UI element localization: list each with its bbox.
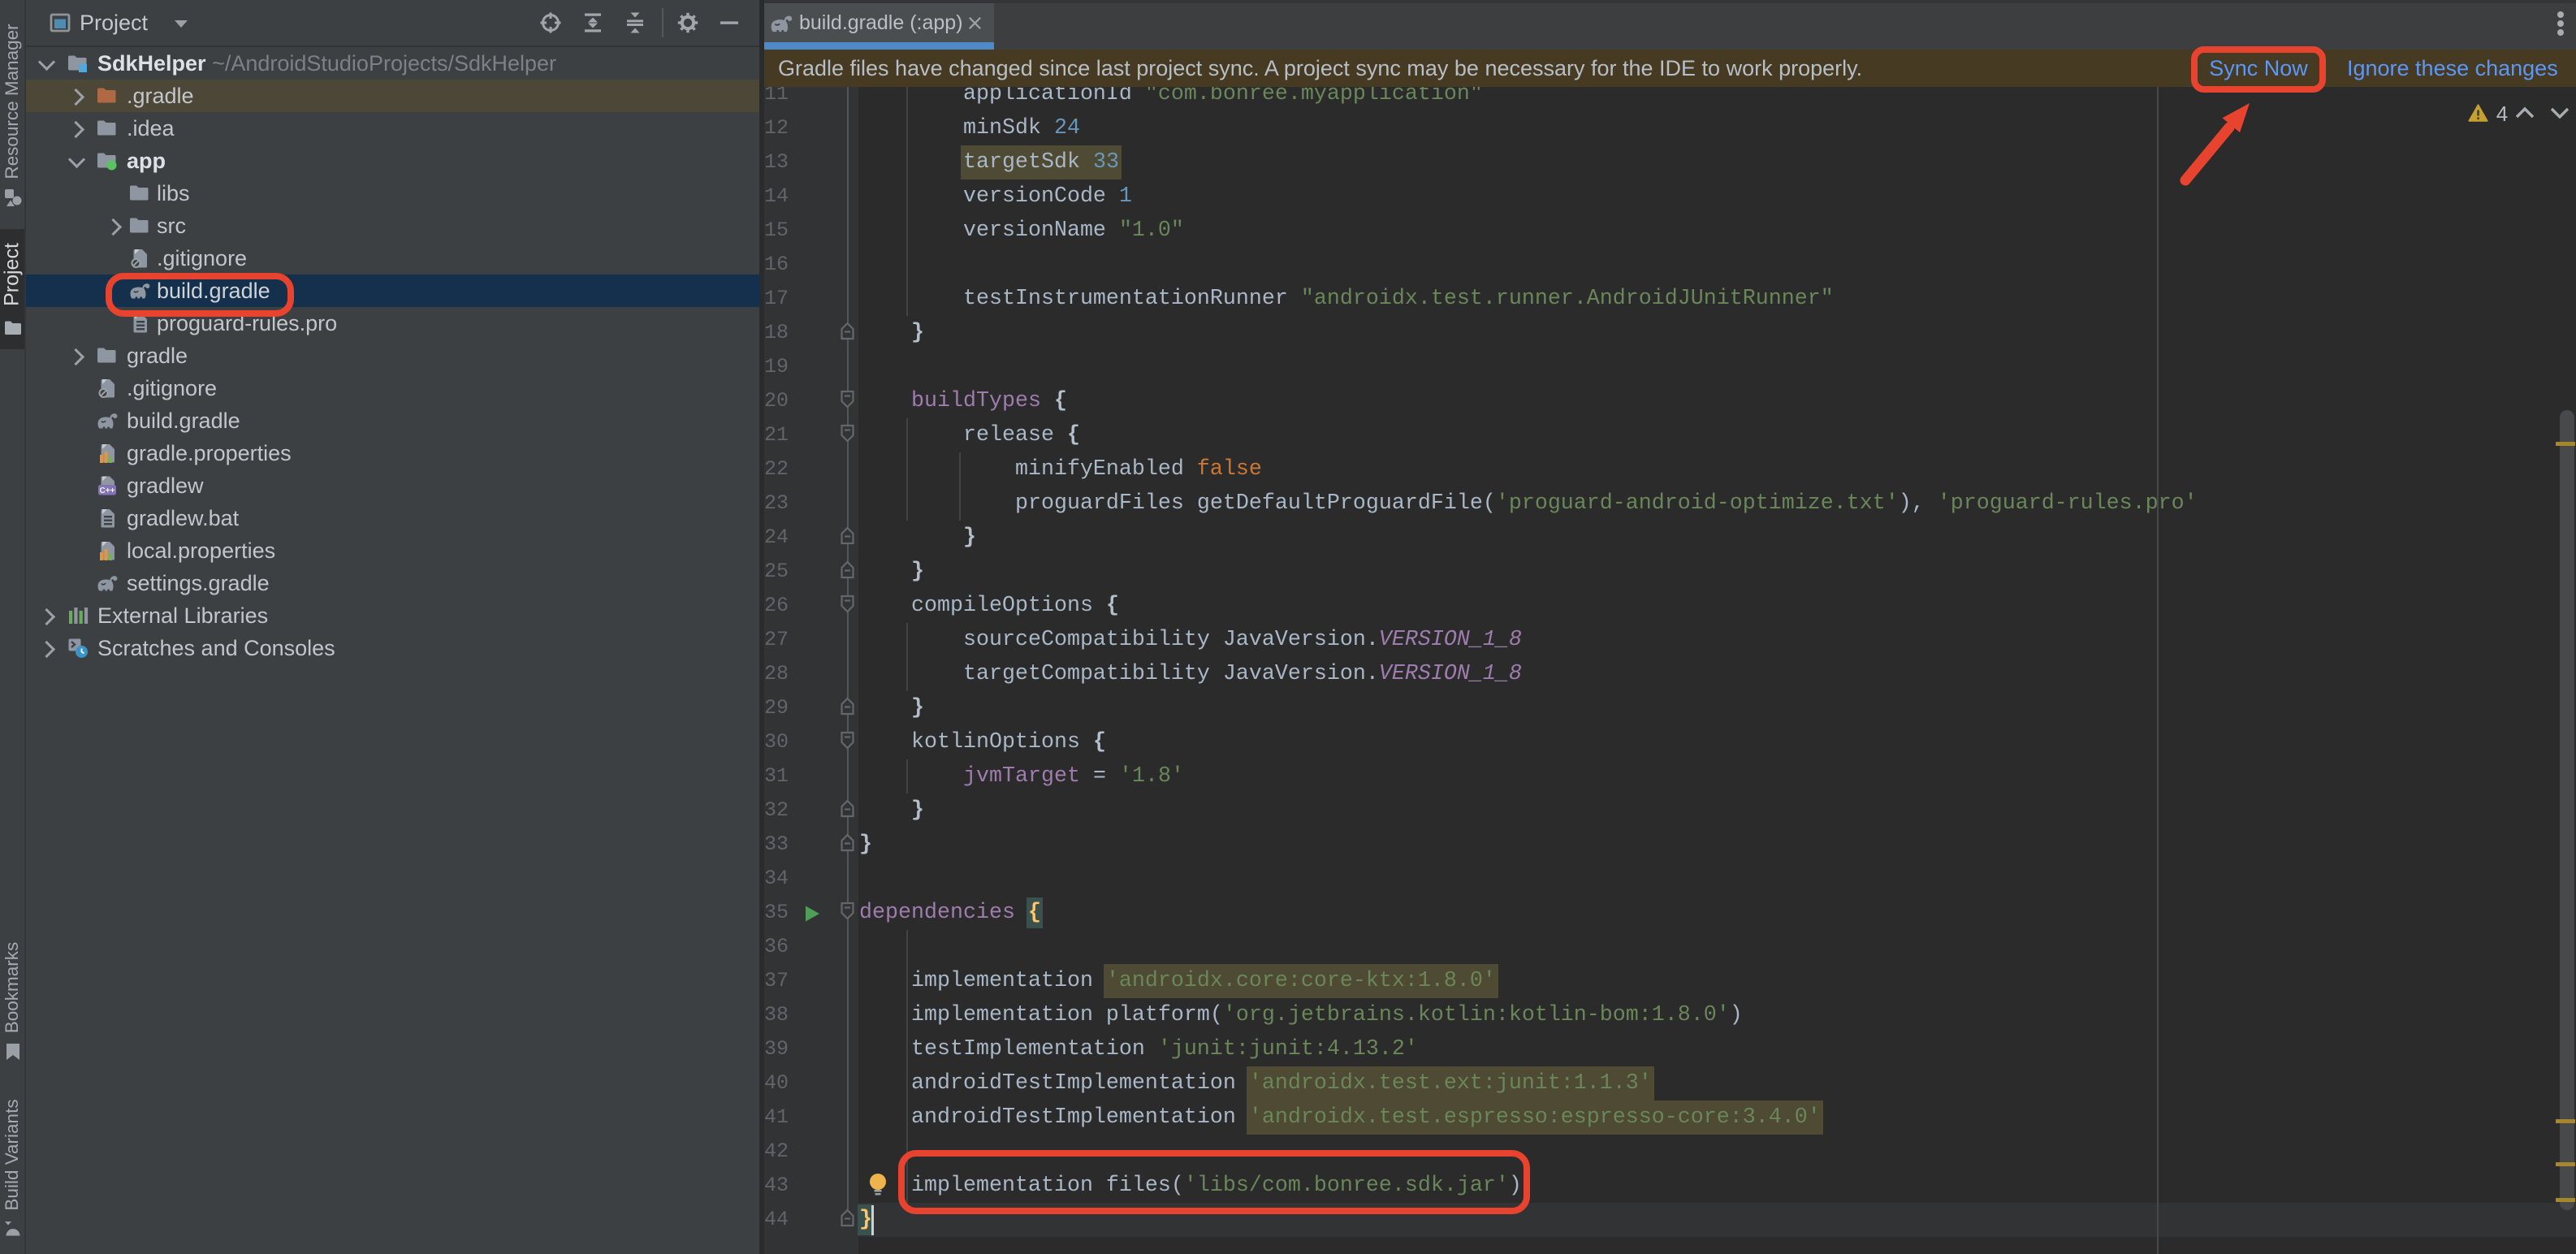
svg-text:C++: C++ xyxy=(100,486,115,495)
